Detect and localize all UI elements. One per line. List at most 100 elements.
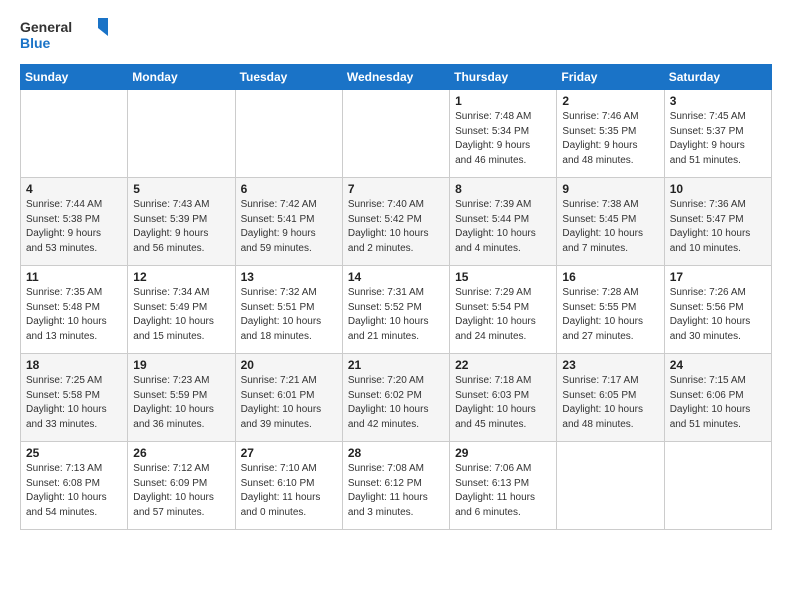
day-number: 6 <box>241 182 337 196</box>
calendar-cell: 27 Sunrise: 7:10 AM Sunset: 6:10 PM Dayli… <box>235 442 342 530</box>
day-info: Sunrise: 7:18 AM Sunset: 6:03 PM Dayligh… <box>455 374 551 432</box>
calendar-cell: 7Sunrise: 7:40 AM Sunset: 5:42 PM Daylig… <box>342 178 449 266</box>
calendar-cell: 14Sunrise: 7:31 AM Sunset: 5:52 PM Dayli… <box>342 266 449 354</box>
calendar-week-row: 1Sunrise: 7:48 AM Sunset: 5:34 PM Daylig… <box>21 90 772 178</box>
calendar-cell <box>235 90 342 178</box>
day-info: Sunrise: 7:46 AM Sunset: 5:35 PM Dayligh… <box>562 110 658 168</box>
calendar-cell: 26 Sunrise: 7:12 AM Sunset: 6:09 PM Dayli… <box>128 442 235 530</box>
day-number: 22 <box>455 358 551 372</box>
day-info: Sunrise: 7:15 AM Sunset: 6:06 PM Dayligh… <box>670 374 766 432</box>
logo-svg: General Blue <box>20 16 110 52</box>
day-info: Sunrise: 7:36 AM Sunset: 5:47 PM Dayligh… <box>670 198 766 256</box>
calendar-cell: 13Sunrise: 7:32 AM Sunset: 5:51 PM Dayli… <box>235 266 342 354</box>
day-number: 21 <box>348 358 444 372</box>
day-info: Sunrise: 7:20 AM Sunset: 6:02 PM Dayligh… <box>348 374 444 432</box>
calendar-cell <box>128 90 235 178</box>
day-info: Sunrise: 7:44 AM Sunset: 5:38 PM Dayligh… <box>26 198 122 256</box>
header: General Blue <box>20 16 772 52</box>
calendar-cell: 4 Sunrise: 7:44 AM Sunset: 5:38 PM Daylig… <box>21 178 128 266</box>
day-info: Sunrise: 7:12 AM Sunset: 6:09 PM Dayligh… <box>133 462 229 520</box>
day-info: Sunrise: 7:06 AM Sunset: 6:13 PM Dayligh… <box>455 462 551 520</box>
calendar-cell: 6 Sunrise: 7:42 AM Sunset: 5:41 PM Daylig… <box>235 178 342 266</box>
day-number: 13 <box>241 270 337 284</box>
calendar-week-row: 11 Sunrise: 7:35 AM Sunset: 5:48 PM Dayli… <box>21 266 772 354</box>
day-info: Sunrise: 7:34 AM Sunset: 5:49 PM Dayligh… <box>133 286 229 344</box>
day-info: Sunrise: 7:39 AM Sunset: 5:44 PM Dayligh… <box>455 198 551 256</box>
calendar-week-row: 4 Sunrise: 7:44 AM Sunset: 5:38 PM Daylig… <box>21 178 772 266</box>
calendar-table: SundayMondayTuesdayWednesdayThursdayFrid… <box>20 64 772 530</box>
calendar-header-row: SundayMondayTuesdayWednesdayThursdayFrid… <box>21 65 772 90</box>
day-info: Sunrise: 7:28 AM Sunset: 5:55 PM Dayligh… <box>562 286 658 344</box>
calendar-cell: 5 Sunrise: 7:43 AM Sunset: 5:39 PM Daylig… <box>128 178 235 266</box>
calendar-cell: 10 Sunrise: 7:36 AM Sunset: 5:47 PM Dayli… <box>664 178 771 266</box>
day-info: Sunrise: 7:23 AM Sunset: 5:59 PM Dayligh… <box>133 374 229 432</box>
calendar-cell: 21 Sunrise: 7:20 AM Sunset: 6:02 PM Dayli… <box>342 354 449 442</box>
day-number: 14 <box>348 270 444 284</box>
day-number: 11 <box>26 270 122 284</box>
calendar-cell: 11 Sunrise: 7:35 AM Sunset: 5:48 PM Dayli… <box>21 266 128 354</box>
logo: General Blue <box>20 16 110 52</box>
day-number: 7 <box>348 182 444 196</box>
day-number: 19 <box>133 358 229 372</box>
day-info: Sunrise: 7:45 AM Sunset: 5:37 PM Dayligh… <box>670 110 766 168</box>
day-header-saturday: Saturday <box>664 65 771 90</box>
day-number: 27 <box>241 446 337 460</box>
day-number: 25 <box>26 446 122 460</box>
day-header-wednesday: Wednesday <box>342 65 449 90</box>
day-info: Sunrise: 7:17 AM Sunset: 6:05 PM Dayligh… <box>562 374 658 432</box>
calendar-week-row: 25 Sunrise: 7:13 AM Sunset: 6:08 PM Dayli… <box>21 442 772 530</box>
day-number: 26 <box>133 446 229 460</box>
page-container: General Blue SundayMondayTuesdayWednesda… <box>0 0 792 540</box>
day-info: Sunrise: 7:10 AM Sunset: 6:10 PM Dayligh… <box>241 462 337 520</box>
day-number: 20 <box>241 358 337 372</box>
day-info: Sunrise: 7:25 AM Sunset: 5:58 PM Dayligh… <box>26 374 122 432</box>
calendar-cell: 9Sunrise: 7:38 AM Sunset: 5:45 PM Daylig… <box>557 178 664 266</box>
day-info: Sunrise: 7:35 AM Sunset: 5:48 PM Dayligh… <box>26 286 122 344</box>
calendar-cell: 22 Sunrise: 7:18 AM Sunset: 6:03 PM Dayli… <box>450 354 557 442</box>
calendar-cell: 20 Sunrise: 7:21 AM Sunset: 6:01 PM Dayli… <box>235 354 342 442</box>
day-number: 8 <box>455 182 551 196</box>
calendar-cell: 29 Sunrise: 7:06 AM Sunset: 6:13 PM Dayli… <box>450 442 557 530</box>
calendar-cell: 15 Sunrise: 7:29 AM Sunset: 5:54 PM Dayli… <box>450 266 557 354</box>
day-info: Sunrise: 7:48 AM Sunset: 5:34 PM Dayligh… <box>455 110 551 168</box>
calendar-cell <box>557 442 664 530</box>
calendar-cell <box>21 90 128 178</box>
day-info: Sunrise: 7:13 AM Sunset: 6:08 PM Dayligh… <box>26 462 122 520</box>
day-number: 10 <box>670 182 766 196</box>
day-number: 24 <box>670 358 766 372</box>
day-info: Sunrise: 7:29 AM Sunset: 5:54 PM Dayligh… <box>455 286 551 344</box>
day-number: 17 <box>670 270 766 284</box>
calendar-cell: 24 Sunrise: 7:15 AM Sunset: 6:06 PM Dayli… <box>664 354 771 442</box>
calendar-cell: 25 Sunrise: 7:13 AM Sunset: 6:08 PM Dayli… <box>21 442 128 530</box>
day-header-friday: Friday <box>557 65 664 90</box>
svg-text:General: General <box>20 19 72 35</box>
day-number: 28 <box>348 446 444 460</box>
day-header-thursday: Thursday <box>450 65 557 90</box>
day-number: 2 <box>562 94 658 108</box>
calendar-cell: 17 Sunrise: 7:26 AM Sunset: 5:56 PM Dayli… <box>664 266 771 354</box>
calendar-cell: 16 Sunrise: 7:28 AM Sunset: 5:55 PM Dayli… <box>557 266 664 354</box>
day-number: 15 <box>455 270 551 284</box>
day-info: Sunrise: 7:21 AM Sunset: 6:01 PM Dayligh… <box>241 374 337 432</box>
day-info: Sunrise: 7:43 AM Sunset: 5:39 PM Dayligh… <box>133 198 229 256</box>
calendar-cell: 23 Sunrise: 7:17 AM Sunset: 6:05 PM Dayli… <box>557 354 664 442</box>
calendar-cell: 28 Sunrise: 7:08 AM Sunset: 6:12 PM Dayli… <box>342 442 449 530</box>
day-info: Sunrise: 7:42 AM Sunset: 5:41 PM Dayligh… <box>241 198 337 256</box>
day-number: 16 <box>562 270 658 284</box>
day-number: 5 <box>133 182 229 196</box>
calendar-cell <box>342 90 449 178</box>
day-info: Sunrise: 7:26 AM Sunset: 5:56 PM Dayligh… <box>670 286 766 344</box>
day-number: 9 <box>562 182 658 196</box>
calendar-cell: 2 Sunrise: 7:46 AM Sunset: 5:35 PM Daylig… <box>557 90 664 178</box>
calendar-cell: 19 Sunrise: 7:23 AM Sunset: 5:59 PM Dayli… <box>128 354 235 442</box>
day-number: 23 <box>562 358 658 372</box>
day-number: 18 <box>26 358 122 372</box>
day-number: 29 <box>455 446 551 460</box>
calendar-cell: 3Sunrise: 7:45 AM Sunset: 5:37 PM Daylig… <box>664 90 771 178</box>
svg-text:Blue: Blue <box>20 35 51 51</box>
calendar-cell: 8 Sunrise: 7:39 AM Sunset: 5:44 PM Daylig… <box>450 178 557 266</box>
day-info: Sunrise: 7:08 AM Sunset: 6:12 PM Dayligh… <box>348 462 444 520</box>
calendar-week-row: 18 Sunrise: 7:25 AM Sunset: 5:58 PM Dayli… <box>21 354 772 442</box>
day-number: 4 <box>26 182 122 196</box>
calendar-cell: 12Sunrise: 7:34 AM Sunset: 5:49 PM Dayli… <box>128 266 235 354</box>
